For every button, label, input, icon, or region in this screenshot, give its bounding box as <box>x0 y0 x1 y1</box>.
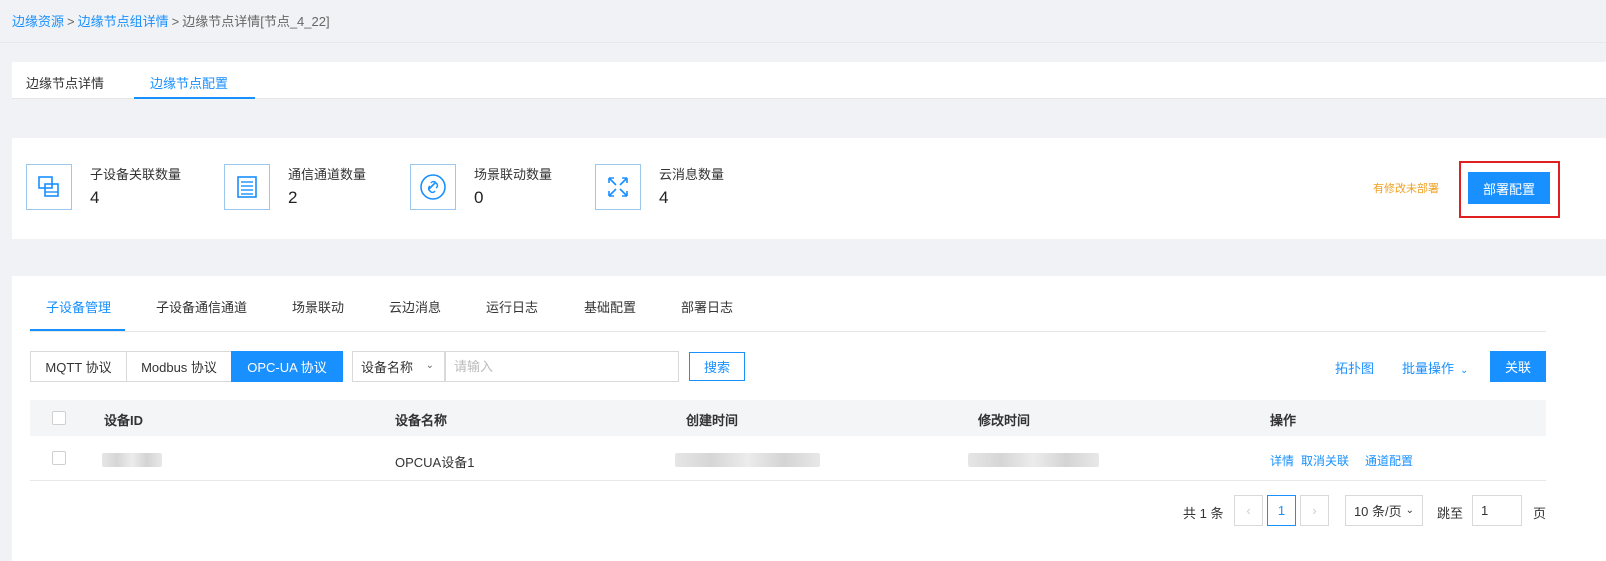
stat-value: 2 <box>288 188 298 207</box>
undeployed-warning: 有修改未部署 <box>1373 183 1439 195</box>
stat-label: 通信通道数量 <box>288 167 367 182</box>
link-icon <box>410 164 456 210</box>
tab-basic-config[interactable]: 基础配置 <box>584 297 636 316</box>
breadcrumb-current: 边缘节点详情[节点_4_22] <box>182 14 330 29</box>
breadcrumb-node-group-detail[interactable]: 边缘节点组详情 <box>78 14 169 29</box>
active-subtab-indicator <box>30 329 125 331</box>
stat-label: 云消息数量 <box>659 167 725 182</box>
chevron-down-icon: ⌄ <box>425 360 434 371</box>
tab-deploy-logs[interactable]: 部署日志 <box>681 297 733 316</box>
page-size-value: 10 条/页 <box>1353 504 1402 519</box>
breadcrumb-divider <box>0 42 1606 43</box>
channel-config-link[interactable]: 通道配置 <box>1365 452 1413 469</box>
detail-link[interactable]: 详情 <box>1270 452 1294 469</box>
associate-button[interactable]: 关联 <box>1490 351 1546 382</box>
select-all-checkbox[interactable] <box>52 411 66 425</box>
tab-scene-linkage[interactable]: 场景联动 <box>292 297 344 316</box>
cell-device-name: OPCUA设备1 <box>395 455 475 470</box>
stat-label: 子设备关联数量 <box>90 167 182 182</box>
breadcrumb-separator: > <box>171 14 180 29</box>
tab-cloud-edge-messages[interactable]: 云边消息 <box>389 297 441 316</box>
breadcrumb-separator: > <box>67 14 75 29</box>
total-count: 共 1 条 <box>1183 506 1224 521</box>
chevron-down-icon: ⌄ <box>1405 505 1415 516</box>
tab-subdevice-channels[interactable]: 子设备通信通道 <box>156 297 247 316</box>
active-tab-indicator <box>134 97 255 99</box>
deploy-config-button[interactable]: 部署配置 <box>1468 172 1550 204</box>
prev-page-button[interactable]: ‹ <box>1234 495 1263 526</box>
column-header-operations: 操作 <box>1270 413 1297 428</box>
chevron-left-icon: ‹ <box>1246 503 1251 518</box>
row-checkbox[interactable] <box>52 451 66 465</box>
arrows-icon <box>595 164 641 210</box>
column-header-modified-time: 修改时间 <box>978 413 1031 428</box>
tab-run-logs[interactable]: 运行日志 <box>486 297 538 316</box>
stat-label: 场景联动数量 <box>474 167 553 182</box>
redacted-created-time <box>675 453 820 467</box>
tab-node-detail[interactable]: 边缘节点详情 <box>26 73 104 92</box>
stat-value: 4 <box>659 188 669 207</box>
chevron-down-icon: ⌄ <box>1460 365 1469 376</box>
channel-list-icon <box>224 164 270 210</box>
batch-operations-label: 批量操作 <box>1402 361 1455 376</box>
column-header-device-id: 设备ID <box>104 413 144 428</box>
page-suffix: 页 <box>1533 506 1547 521</box>
stat-value: 4 <box>90 188 100 207</box>
search-field-select[interactable]: 设备名称 ⌄ <box>352 351 445 382</box>
stat-value: 0 <box>474 188 484 207</box>
unlink-link[interactable]: 取消关联 <box>1301 452 1349 469</box>
page-size-select[interactable]: 10 条/页 ⌄ <box>1345 495 1423 526</box>
redacted-device-id <box>102 453 162 467</box>
search-field-value: 设备名称 <box>361 360 414 375</box>
page-number-button[interactable]: 1 <box>1267 495 1296 526</box>
chevron-right-icon: › <box>1312 503 1317 518</box>
redacted-modified-time <box>968 453 1099 467</box>
breadcrumb: 边缘资源 > 边缘节点组详情 > 边缘节点详情[节点_4_22] <box>12 11 330 30</box>
next-page-button[interactable]: › <box>1300 495 1329 526</box>
devices-icon <box>26 164 72 210</box>
search-button[interactable]: 搜索 <box>689 352 745 381</box>
table-header <box>30 400 1546 436</box>
jump-label: 跳至 <box>1437 506 1464 521</box>
batch-operations-dropdown[interactable]: 批量操作 ⌄ <box>1402 358 1468 377</box>
jump-page-input[interactable] <box>1472 495 1522 526</box>
search-input[interactable] <box>445 351 679 382</box>
topology-link[interactable]: 拓扑图 <box>1335 358 1374 377</box>
column-header-created-time: 创建时间 <box>686 413 739 428</box>
breadcrumb-edge-resources[interactable]: 边缘资源 <box>12 14 64 29</box>
row-divider <box>30 480 1546 481</box>
tab-node-config[interactable]: 边缘节点配置 <box>150 73 228 92</box>
tab-subdevice-management[interactable]: 子设备管理 <box>46 297 111 316</box>
stats-card: 子设备关联数量 4 通信通道数量 2 场景联动数量 0 云消息数量 4 <box>12 138 1606 239</box>
column-header-device-name: 设备名称 <box>395 413 448 428</box>
top-tabs: 边缘节点详情 边缘节点配置 <box>12 62 1606 99</box>
protocol-opcua-button[interactable]: OPC-UA 协议 <box>231 351 343 382</box>
protocol-modbus-button[interactable]: Modbus 协议 <box>126 351 232 382</box>
protocol-mqtt-button[interactable]: MQTT 协议 <box>30 351 127 382</box>
sub-tabs-divider <box>30 331 1546 332</box>
